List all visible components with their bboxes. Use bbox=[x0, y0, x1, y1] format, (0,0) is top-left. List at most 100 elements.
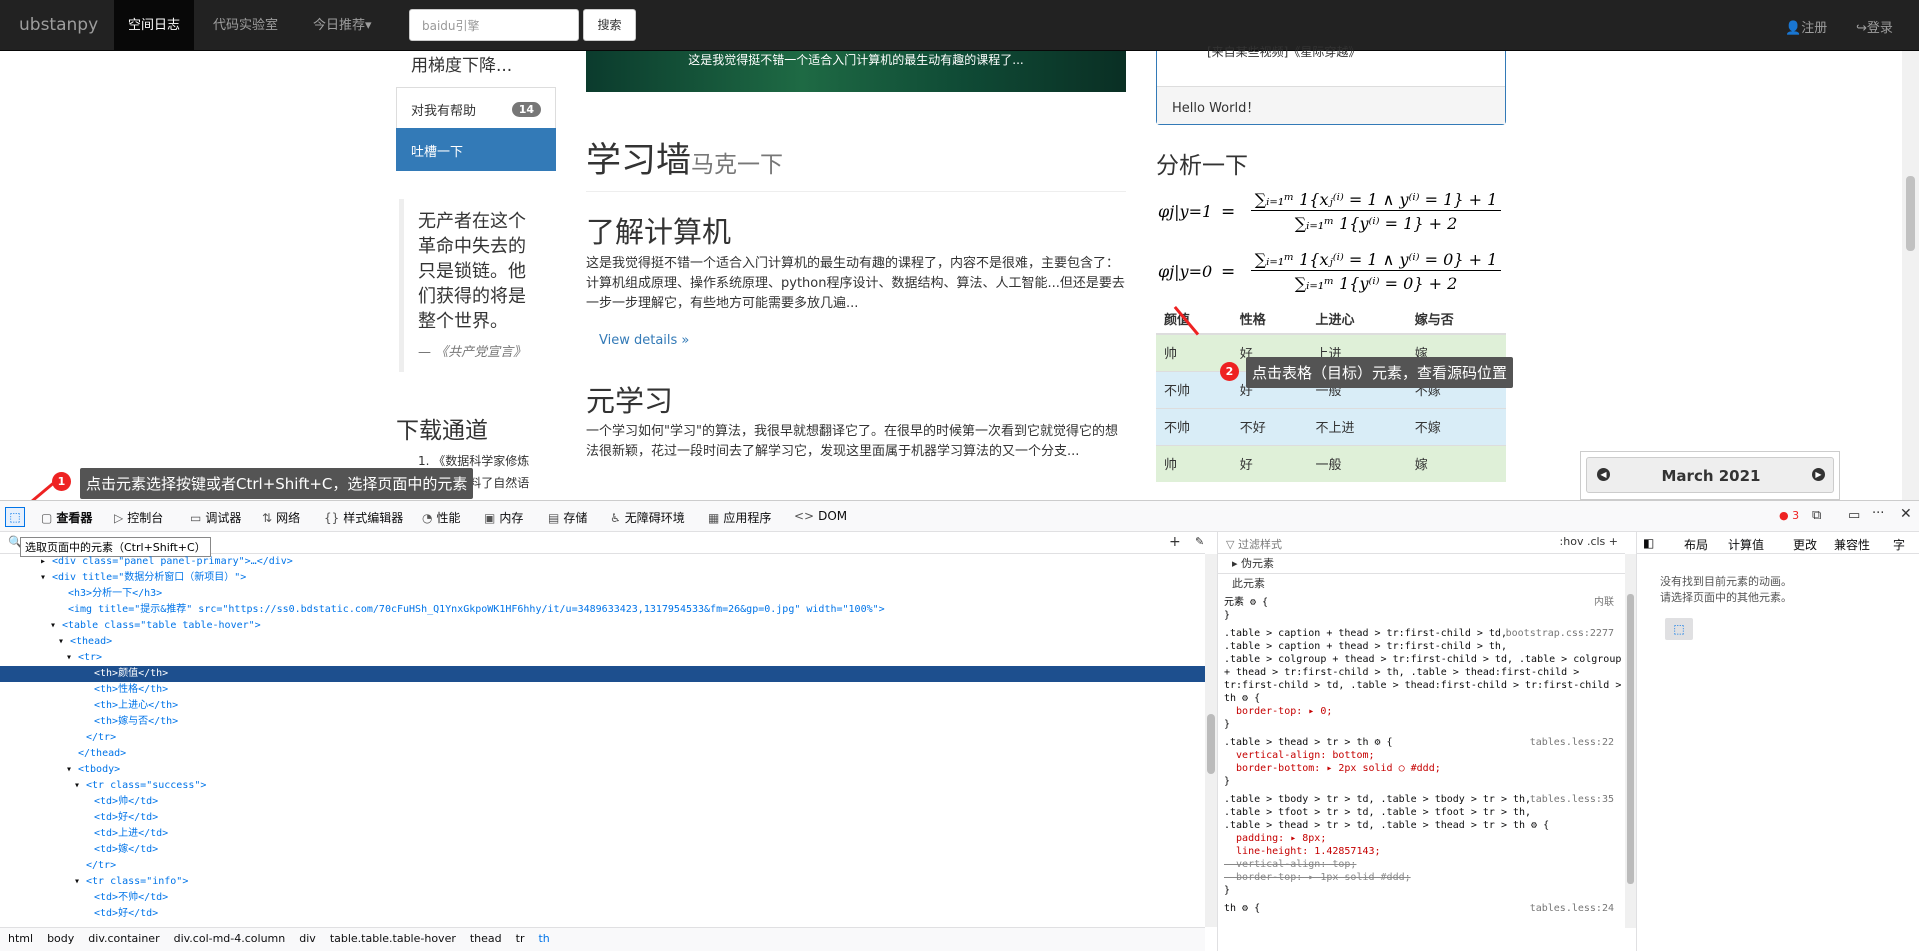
css-rule-line[interactable]: .table > thead > tr > th ⚙ {tables.less:… bbox=[1224, 736, 1620, 749]
css-rule-line[interactable]: + thead > tr:first-child > th, .table > … bbox=[1224, 666, 1620, 679]
tab-fonts[interactable]: 字 bbox=[1893, 536, 1905, 553]
css-rule-line[interactable]: border-top: ▸ 1px solid #ddd; bbox=[1224, 871, 1620, 884]
markup-node[interactable]: ▾ <tr class="info"> bbox=[0, 874, 1205, 890]
search-input[interactable]: baidu引擎 bbox=[409, 9, 579, 41]
tab-memory[interactable]: ▣ 内存 bbox=[484, 509, 523, 526]
table-header[interactable]: 嫁与否 bbox=[1406, 304, 1506, 335]
markup-node[interactable]: <td>帅</td> bbox=[0, 794, 1205, 810]
scrollbar-thumb[interactable] bbox=[1207, 714, 1215, 774]
markup-node[interactable]: ▾ <tr> bbox=[0, 650, 1205, 666]
rules-scrollbar[interactable] bbox=[1625, 554, 1636, 928]
panel-list-item[interactable]: [来自某些视频]《星际穿越》 bbox=[1207, 43, 1360, 60]
css-rule-line[interactable]: vertical-align: top; bbox=[1224, 858, 1620, 871]
nav-item-code-lab[interactable]: 代码实验室 bbox=[213, 0, 278, 51]
css-rule-line[interactable]: .table > tfoot > tr > td, .table > tfoot… bbox=[1224, 806, 1620, 819]
css-rule-line[interactable]: border-bottom: ▸ 2px solid ○ #ddd; bbox=[1224, 762, 1620, 775]
table-row[interactable]: 帅好一般嫁 bbox=[1156, 444, 1506, 482]
tab-performance[interactable]: ◔ 性能 bbox=[422, 509, 461, 526]
markup-node[interactable]: <th>性格</th> bbox=[0, 682, 1205, 698]
breadcrumb-item[interactable]: div.col-md-4.column bbox=[174, 932, 286, 945]
tab-computed[interactable]: 计算值 bbox=[1728, 536, 1764, 553]
css-rule-line[interactable]: vertical-align: bottom; bbox=[1224, 749, 1620, 762]
markup-node[interactable]: ▾ <thead> bbox=[0, 634, 1205, 650]
markup-node[interactable]: </tr> bbox=[0, 858, 1205, 874]
css-rule-line[interactable]: .table > colgroup + thead > tr:first-chi… bbox=[1224, 653, 1621, 666]
next-month-icon[interactable]: ▶ bbox=[1812, 468, 1825, 481]
more-icon[interactable]: ··· bbox=[1872, 506, 1884, 521]
scrollbar-thumb[interactable] bbox=[1627, 594, 1634, 884]
table-header[interactable]: 性格 bbox=[1231, 304, 1308, 335]
markup-node[interactable]: <h3>分析一下</h3> bbox=[0, 586, 1205, 602]
breadcrumb-item[interactable]: thead bbox=[470, 932, 502, 945]
tab-style-editor[interactable]: {} 样式编辑器 bbox=[324, 509, 403, 526]
css-rule-line[interactable]: th ⚙ {tables.less:24 bbox=[1224, 902, 1620, 915]
tab-compatibility[interactable]: 兼容性 bbox=[1834, 536, 1870, 553]
tab-changes[interactable]: 更改 bbox=[1793, 536, 1817, 553]
carousel-banner[interactable]: 这是我觉得挺不错一个适合入门计算机的最生动有趣的课程了... bbox=[586, 51, 1126, 92]
css-rule-line[interactable]: } bbox=[1224, 609, 1620, 622]
list-item-complain[interactable]: 吐槽一下 bbox=[396, 128, 556, 171]
markup-node[interactable]: <td>嫁</td> bbox=[0, 842, 1205, 858]
markup-node[interactable]: </thead> bbox=[0, 746, 1205, 762]
markup-node[interactable]: <img title="提示&推荐" src="https://ss0.bdst… bbox=[0, 602, 1205, 618]
breadcrumb-item[interactable]: div.container bbox=[88, 932, 159, 945]
register-link[interactable]: 👤注册 bbox=[1785, 17, 1827, 36]
css-source-link[interactable]: tables.less:22 bbox=[1530, 736, 1614, 749]
css-rule-line[interactable]: line-height: 1.42857143; bbox=[1224, 845, 1620, 858]
list-item-helpful[interactable]: 对我有帮助 14 bbox=[396, 87, 556, 130]
rules-filter[interactable]: ▽ 过滤样式:hov .cls + bbox=[1218, 532, 1625, 554]
css-rule-line[interactable]: } bbox=[1224, 775, 1620, 788]
nav-item-today-recommend[interactable]: 今日推荐▾ bbox=[313, 0, 372, 51]
responsive-icon[interactable]: ⧉ bbox=[1812, 508, 1821, 523]
pick-element-icon[interactable]: ⬚ bbox=[1665, 618, 1693, 640]
markup-node[interactable]: ▾ <tbody> bbox=[0, 762, 1205, 778]
css-rule-line[interactable]: } bbox=[1224, 884, 1620, 897]
table-header[interactable]: 上进心 bbox=[1307, 304, 1407, 335]
breadcrumb-item[interactable]: th bbox=[538, 932, 549, 945]
close-icon[interactable]: ✕ bbox=[1900, 506, 1912, 522]
markup-node[interactable]: ▾ <div title="数据分析窗口（新项目）"> bbox=[0, 570, 1205, 586]
markup-node[interactable]: <th>上进心</th> bbox=[0, 698, 1205, 714]
markup-node[interactable]: ▾ <tr class="success"> bbox=[0, 778, 1205, 794]
markup-node-selected[interactable]: <th>颜值</th> bbox=[0, 666, 1205, 682]
css-rule-line[interactable]: .table > caption + thead > tr:first-chil… bbox=[1224, 627, 1620, 640]
eyedropper-icon[interactable]: ✎ bbox=[1195, 535, 1204, 548]
markup-node[interactable]: </tr> bbox=[0, 730, 1205, 746]
tab-accessibility[interactable]: ♿ 无障碍环境 bbox=[610, 509, 685, 526]
rules-tools[interactable]: :hov .cls + bbox=[1560, 535, 1618, 548]
view-details-link[interactable]: View details » bbox=[599, 333, 689, 348]
breadcrumb-item[interactable]: html bbox=[8, 932, 33, 945]
tab-inspector[interactable]: ▢ 查看器 bbox=[41, 509, 92, 526]
add-node-icon[interactable]: + bbox=[1169, 534, 1181, 550]
css-rule-line[interactable]: .table > caption + thead > tr:first-chil… bbox=[1224, 640, 1620, 653]
markup-node[interactable]: ▾ <table class="table table-hover"> bbox=[0, 618, 1205, 634]
error-count[interactable]: ● 3 bbox=[1779, 509, 1799, 522]
tab-console[interactable]: ▷ 控制台 bbox=[114, 509, 163, 526]
css-source-link[interactable]: tables.less:24 bbox=[1530, 902, 1614, 915]
css-source-link[interactable]: 内联 bbox=[1594, 596, 1614, 609]
sidebar-toggle-icon[interactable]: ◧ bbox=[1643, 536, 1654, 550]
css-rule-line[interactable]: th ⚙ { bbox=[1224, 692, 1620, 705]
css-rule-line[interactable]: 元素 ⚙ {内联 bbox=[1224, 596, 1620, 609]
css-rule-line[interactable]: .table > thead > tr > td, .table > thead… bbox=[1224, 819, 1620, 832]
page-scrollbar[interactable] bbox=[1902, 51, 1919, 500]
tab-network[interactable]: ⇅ 网络 bbox=[262, 509, 300, 526]
tab-debugger[interactable]: ▭ 调试器 bbox=[190, 509, 241, 526]
css-source-link[interactable]: bootstrap.css:2277 bbox=[1506, 627, 1614, 640]
css-source-link[interactable]: tables.less:35 bbox=[1530, 793, 1614, 806]
css-rule-line[interactable]: border-top: ▸ 0; bbox=[1224, 705, 1620, 718]
breadcrumb-item[interactable]: body bbox=[47, 932, 74, 945]
login-link[interactable]: ↪登录 bbox=[1856, 17, 1893, 36]
search-button[interactable]: 搜索 bbox=[583, 9, 636, 41]
tab-application[interactable]: ▦ 应用程序 bbox=[708, 509, 771, 526]
table-row[interactable]: 不帅 不好 不上进 不嫁 bbox=[1156, 407, 1506, 445]
nav-item-space-log[interactable]: 空间日志 bbox=[114, 0, 195, 51]
markup-node[interactable]: <td>上进</td> bbox=[0, 826, 1205, 842]
tab-layout[interactable]: 布局 bbox=[1684, 536, 1708, 553]
markup-node[interactable]: <th>嫁与否</th> bbox=[0, 714, 1205, 730]
css-rule-line[interactable]: padding: ▸ 8px; bbox=[1224, 832, 1620, 845]
truncated-item[interactable]: 用梯度下降... bbox=[411, 51, 512, 76]
markup-node[interactable]: <td>不帅</td> bbox=[0, 890, 1205, 906]
breadcrumb-item[interactable]: table.table.table-hover bbox=[330, 932, 456, 945]
scrollbar-thumb[interactable] bbox=[1906, 176, 1915, 251]
